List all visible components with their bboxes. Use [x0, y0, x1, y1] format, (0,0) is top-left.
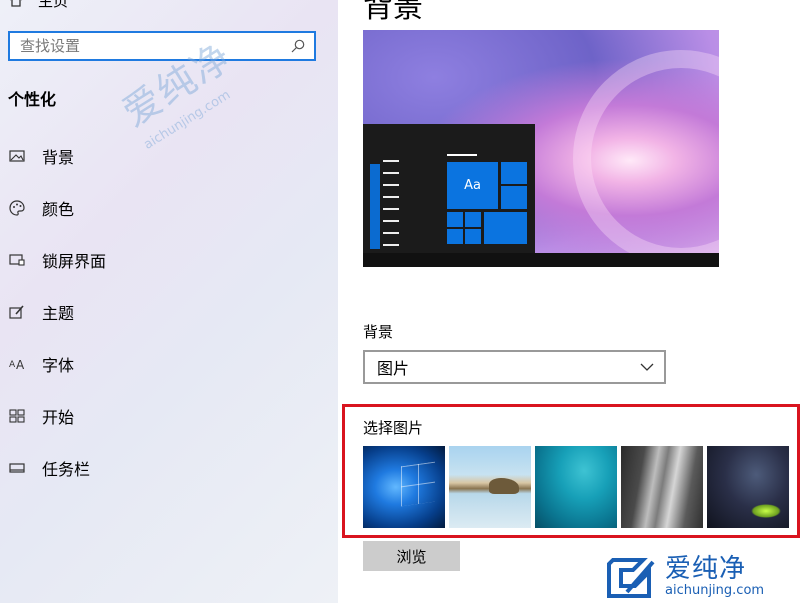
home-icon [10, 0, 22, 7]
thumbnail-night-sky-tent[interactable] [707, 446, 789, 528]
desktop-preview: Aa [363, 30, 719, 267]
svg-text:A: A [16, 358, 25, 372]
sidebar-item-label: 背景 [42, 148, 75, 167]
thumbnail-rock-cliff[interactable] [621, 446, 703, 528]
sidebar-item-label: 主题 [42, 304, 75, 323]
thumbnail-windows-10-hero[interactable] [363, 446, 445, 528]
aichunjing-logo-icon [607, 557, 655, 598]
preview-tile-aa: Aa [447, 162, 498, 209]
wallpaper-swirl [573, 50, 719, 266]
theme-brush-icon [8, 303, 26, 321]
preview-start-menu: Aa [363, 124, 535, 253]
main-content: 背景 Aa 背景 图片 选择图片 浏览 [338, 0, 802, 603]
picture-icon [8, 147, 26, 165]
thumbnail-underwater-swimmer[interactable] [535, 446, 617, 528]
sidebar-item-label: 字体 [42, 356, 75, 375]
settings-sidebar: 主页 个性化 爱纯净 aichunjing.com 背景 颜色 [0, 0, 338, 603]
lock-screen-icon [8, 251, 26, 269]
search-icon[interactable] [290, 38, 306, 54]
sidebar-item-label: 锁屏界面 [42, 252, 107, 271]
watermark-bottom-right: 爱纯净 aichunjing.com [603, 548, 802, 603]
page-title: 背景 [363, 0, 423, 25]
preview-tile-header [447, 154, 477, 156]
choose-picture-label: 选择图片 [363, 419, 424, 437]
preview-tile [484, 212, 527, 244]
watermark-brand-text: 爱纯净 [665, 553, 747, 584]
browse-button[interactable]: 浏览 [363, 541, 460, 571]
sidebar-item-label: 颜色 [42, 200, 75, 219]
search-input[interactable] [18, 36, 290, 56]
palette-icon [8, 199, 26, 217]
picture-thumbnails [363, 446, 789, 528]
watermark-brand-url: aichunjing.com [665, 582, 765, 598]
start-tiles-icon [8, 407, 26, 425]
background-type-dropdown[interactable]: 图片 [363, 350, 666, 384]
sidebar-item-lock-screen[interactable]: 锁屏界面 [0, 234, 338, 286]
preview-tile [501, 186, 527, 209]
preview-taskbar [363, 253, 719, 267]
sidebar-nav: 背景 颜色 锁屏界面 主题 AA 字体 开始 任务栏 [0, 130, 338, 494]
sidebar-item-fonts[interactable]: AA 字体 [0, 338, 338, 390]
sidebar-item-taskbar[interactable]: 任务栏 [0, 442, 338, 494]
sidebar-item-background[interactable]: 背景 [0, 130, 338, 182]
background-field-label: 背景 [363, 323, 394, 341]
dropdown-value: 图片 [377, 359, 410, 378]
font-icon: AA [8, 355, 26, 373]
preview-tile [447, 212, 481, 244]
thumbnail-beach-rocks-reflection[interactable] [449, 446, 531, 528]
preview-app-list [383, 160, 399, 256]
sidebar-item-label: 任务栏 [42, 460, 91, 479]
section-title: 个性化 [8, 90, 57, 109]
preview-app-list-accent [370, 164, 380, 249]
chevron-down-icon [640, 363, 654, 371]
sidebar-item-label: 开始 [42, 408, 75, 427]
preview-tile [501, 162, 527, 184]
taskbar-icon [8, 459, 26, 477]
home-label: 主页 [38, 0, 69, 10]
sidebar-item-start[interactable]: 开始 [0, 390, 338, 442]
home-nav-item[interactable]: 主页 [8, 0, 68, 12]
sidebar-item-themes[interactable]: 主题 [0, 286, 338, 338]
svg-text:A: A [9, 360, 16, 370]
sidebar-item-colors[interactable]: 颜色 [0, 182, 338, 234]
